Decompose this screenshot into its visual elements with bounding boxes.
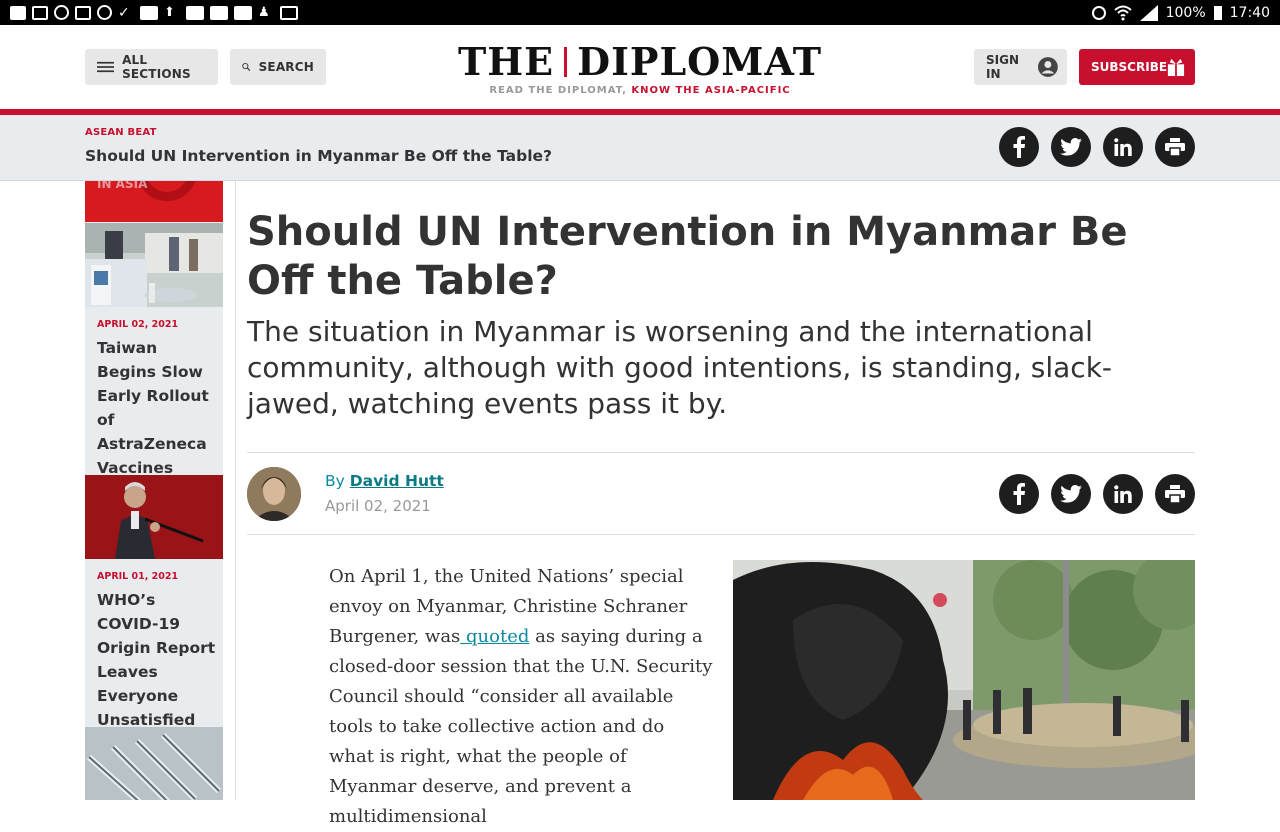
byline-prefix: By bbox=[325, 472, 345, 490]
alarm-icon bbox=[1091, 5, 1106, 20]
banner-text: IN ASIA bbox=[97, 181, 148, 191]
logo-tagline: READ THE DIPLOMAT, KNOW THE ASIA-PACIFIC bbox=[0, 85, 1280, 96]
logo-wordmark: THE DIPLOMAT bbox=[458, 39, 822, 84]
system-tray: 100% 17:40 bbox=[1091, 4, 1270, 21]
article-share-buttons bbox=[999, 474, 1195, 514]
related-article-date: APRIL 02, 2021 bbox=[97, 319, 179, 330]
barricade-fire-photo bbox=[733, 560, 1195, 800]
related-article-date: APRIL 01, 2021 bbox=[97, 571, 179, 582]
section-kicker[interactable]: ASEAN BEAT bbox=[85, 127, 157, 138]
signal-icon bbox=[1139, 4, 1158, 21]
print-button[interactable] bbox=[1155, 127, 1195, 167]
upload-notification-icon: ⬆ bbox=[164, 4, 175, 20]
sticky-share-buttons bbox=[999, 127, 1195, 167]
vaccine-clinic-photo bbox=[85, 223, 223, 307]
related-article-title[interactable]: Taiwan Begins Slow Early Rollout of Astr… bbox=[97, 336, 217, 480]
twitter-share-button[interactable] bbox=[1051, 127, 1091, 167]
print-icon bbox=[1165, 485, 1185, 503]
facebook-icon bbox=[1013, 136, 1025, 158]
facebook-notification-icon bbox=[10, 5, 26, 20]
sidebar-banner[interactable]: IN ASIA bbox=[85, 181, 223, 222]
related-article-title[interactable]: WHO’s COVID-19 Origin Report Leaves Ever… bbox=[97, 588, 217, 732]
quoted-link[interactable]: quoted bbox=[460, 626, 529, 647]
subscribe-button[interactable]: SUBSCRIBE bbox=[1079, 49, 1195, 85]
article-subtitle: The situation in Myanmar is worsening an… bbox=[247, 315, 1113, 420]
article-body: On April 1, the United Nations’ special … bbox=[329, 562, 714, 832]
linkedin-share-button[interactable] bbox=[1103, 474, 1143, 514]
site-header: ALL SECTIONS SEARCH THE DIPLOMAT READ TH… bbox=[0, 25, 1280, 109]
syringes-photo bbox=[85, 727, 223, 800]
related-sidebar: IN ASIA APRIL 02, 2021 Taiwan Begins Slo… bbox=[85, 181, 223, 800]
logo-word-the: THE bbox=[457, 39, 555, 84]
author-photo bbox=[247, 467, 301, 521]
facebook-share-button[interactable] bbox=[999, 474, 1039, 514]
linkedin-share-button[interactable] bbox=[1103, 127, 1143, 167]
wifi-icon bbox=[1113, 5, 1132, 20]
facebook-icon bbox=[1013, 483, 1025, 505]
divider-line bbox=[247, 534, 1195, 535]
clock: 17:40 bbox=[1229, 4, 1270, 21]
twitter-icon bbox=[1060, 138, 1082, 156]
who-speaker-photo bbox=[85, 475, 223, 559]
byline: By David Hutt bbox=[325, 472, 444, 490]
print-button[interactable] bbox=[1155, 474, 1195, 514]
battery-icon bbox=[1213, 5, 1222, 20]
notification-icons: ✓ ⬆ ♟ bbox=[10, 5, 298, 20]
ge-notification-icon-2 bbox=[210, 5, 228, 20]
chrome-notification-icon bbox=[54, 5, 69, 20]
facebook-share-button[interactable] bbox=[999, 127, 1039, 167]
sign-in-button[interactable]: SIGN IN bbox=[974, 49, 1067, 85]
image-notification-icon bbox=[75, 5, 91, 20]
sticky-article-bar: ASEAN BEAT Should UN Intervention in Mya… bbox=[0, 115, 1280, 181]
related-article-image[interactable] bbox=[85, 223, 223, 307]
related-article-image[interactable] bbox=[85, 475, 223, 559]
subscribe-label: SUBSCRIBE bbox=[1091, 60, 1168, 74]
linkedin-icon bbox=[1114, 138, 1132, 156]
battery-percent: 100% bbox=[1165, 4, 1206, 21]
gift-icon bbox=[1167, 58, 1185, 76]
user-icon bbox=[1038, 57, 1059, 77]
linkedin-icon bbox=[1114, 485, 1132, 503]
mail-notification-icon bbox=[32, 5, 48, 20]
author-link[interactable]: David Hutt bbox=[350, 472, 444, 490]
android-status-bar: ✓ ⬆ ♟ 100% 17:40 bbox=[0, 0, 1280, 25]
alarm-notification-icon bbox=[97, 5, 112, 20]
person-notification-icon: ♟ bbox=[258, 4, 270, 20]
body-text-part2: as saying during a closed-door session t… bbox=[329, 626, 713, 827]
tagline-part-a: READ THE DIPLOMAT, bbox=[489, 85, 627, 96]
sticky-title: Should UN Intervention in Myanmar Be Off… bbox=[85, 147, 553, 165]
publish-date: April 02, 2021 bbox=[325, 497, 431, 515]
sidebar-divider bbox=[235, 181, 236, 800]
related-article-image[interactable] bbox=[85, 727, 223, 800]
article-title: Should UN Intervention in Myanmar Be Off… bbox=[247, 209, 1128, 304]
divider-line bbox=[247, 452, 1195, 453]
check-notification-icon: ✓ bbox=[118, 4, 130, 21]
twitter-share-button[interactable] bbox=[1051, 474, 1091, 514]
print-icon bbox=[1165, 138, 1185, 156]
article-photo[interactable] bbox=[733, 560, 1195, 800]
twitter-icon bbox=[1060, 485, 1082, 503]
tagline-part-b: KNOW THE ASIA-PACIFIC bbox=[631, 85, 791, 96]
youtube-notification-icon bbox=[140, 5, 158, 20]
sign-in-label: SIGN IN bbox=[986, 53, 1019, 81]
author-avatar[interactable] bbox=[247, 467, 301, 521]
logo-word-diplomat: DIPLOMAT bbox=[577, 39, 823, 84]
logo-divider bbox=[564, 46, 568, 77]
envelope-notification-icon bbox=[280, 5, 298, 20]
ge-notification-icon-1 bbox=[186, 5, 204, 20]
ge-notification-icon-3 bbox=[234, 5, 252, 20]
